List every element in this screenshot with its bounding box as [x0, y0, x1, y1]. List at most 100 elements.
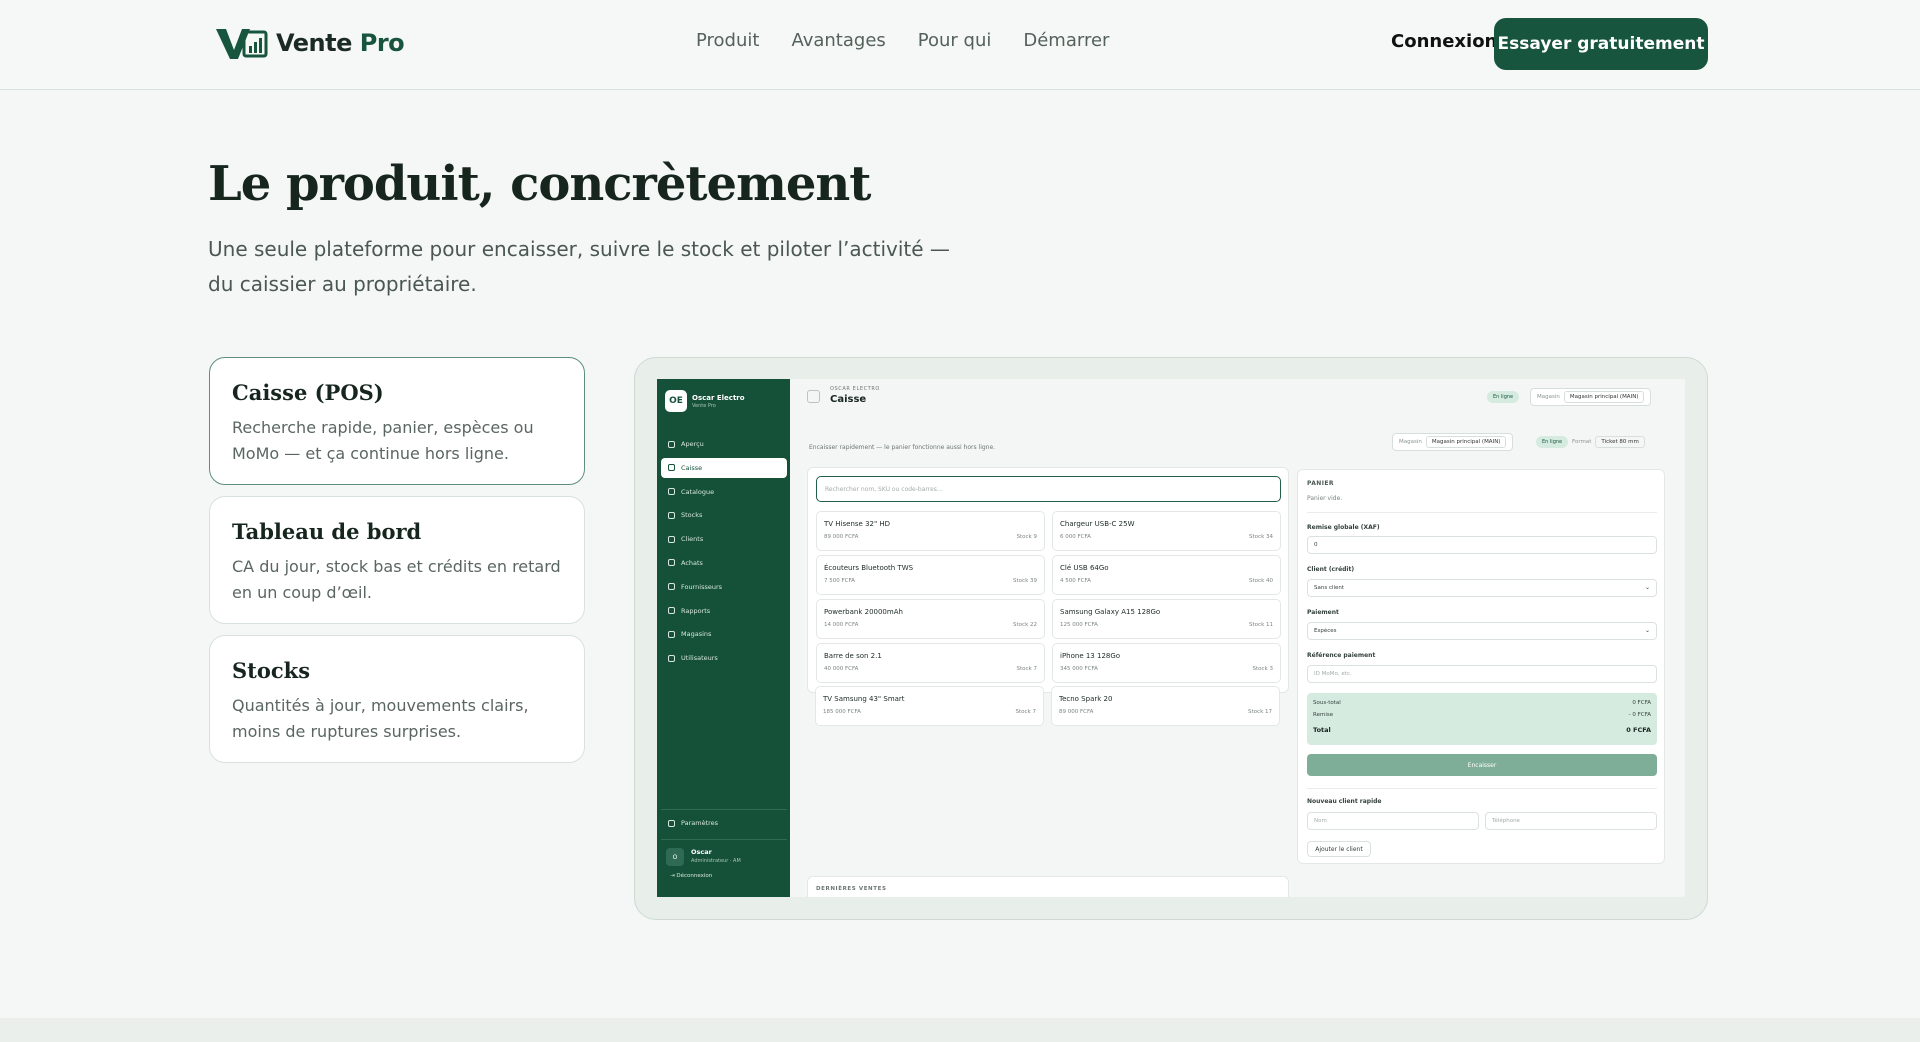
- payment-select[interactable]: Espèces ⌄: [1307, 622, 1657, 640]
- product-price: 7 500 FCFA: [824, 578, 855, 584]
- app-preview-screenshot: OE Oscar Electro Vente Pro Aperçu Caisse…: [657, 379, 1685, 897]
- nav-link-pour-qui[interactable]: Pour qui: [918, 30, 992, 51]
- logout-label: Déconnexion: [676, 873, 713, 879]
- brand-prefix: Vente: [276, 29, 352, 57]
- nav-link-avantages[interactable]: Avantages: [791, 30, 885, 51]
- feature-card-stocks[interactable]: Stocks Quantités à jour, mouvements clai…: [209, 635, 585, 763]
- sidebar-item-utilisateurs[interactable]: Utilisateurs: [661, 648, 787, 668]
- store-logo-icon: OE: [665, 390, 687, 412]
- brand-name: Vente Pro: [276, 29, 405, 57]
- sidebar-item-catalogue[interactable]: Catalogue: [661, 482, 787, 502]
- app-store-brand: OE Oscar Electro Vente Pro: [665, 390, 745, 412]
- client-phone-input[interactable]: Téléphone: [1485, 812, 1657, 830]
- payment-label: Paiement: [1307, 609, 1339, 616]
- app-sidebar: OE Oscar Electro Vente Pro Aperçu Caisse…: [657, 379, 790, 897]
- payment-reference-input[interactable]: ID MoMo, etc.: [1307, 665, 1657, 683]
- grid-icon: [668, 440, 675, 448]
- recent-sales-panel: DERNIÈRES VENTES: [807, 876, 1289, 897]
- product-name: Tecno Spark 20: [1059, 695, 1113, 703]
- feature-card-tableau-de-bord[interactable]: Tableau de bord CA du jour, stock bas et…: [209, 496, 585, 624]
- product-name: TV Hisense 32" HD: [824, 520, 891, 528]
- try-free-button[interactable]: Essayer gratuitement: [1494, 18, 1708, 70]
- total-value: 0 FCFA: [1626, 726, 1651, 734]
- product-price: 89 000 FCFA: [1059, 709, 1094, 715]
- sidebar-item-parametres[interactable]: Paramètres: [668, 819, 718, 827]
- brand-logo[interactable]: Vente Pro: [214, 26, 405, 60]
- sidebar-item-stocks[interactable]: Stocks: [661, 505, 787, 525]
- product-stock: Stock 40: [1249, 578, 1273, 584]
- cart-heading: PANIER: [1307, 480, 1334, 487]
- client-select[interactable]: Sans client ⌄: [1307, 579, 1657, 597]
- product-card[interactable]: iPhone 13 128Go 345 000 FCFA Stock 3: [1052, 643, 1281, 683]
- product-card[interactable]: Écouteurs Bluetooth TWS 7 500 FCFA Stock…: [816, 555, 1045, 595]
- product-card[interactable]: TV Hisense 32" HD 89 000 FCFA Stock 9: [816, 511, 1045, 551]
- feature-card-caisse[interactable]: Caisse (POS) Recherche rapide, panier, e…: [209, 357, 585, 485]
- online-badge: En ligne: [1487, 391, 1520, 403]
- cart-icon: [668, 464, 675, 472]
- sidebar-item-rapports[interactable]: Rapports: [661, 601, 787, 621]
- discount-input[interactable]: 0: [1307, 536, 1657, 554]
- product-name: Clé USB 64Go: [1060, 564, 1109, 572]
- product-card[interactable]: Clé USB 64Go 4 500 FCFA Stock 40: [1052, 555, 1281, 595]
- sidebar-item-magasins[interactable]: Magasins: [661, 624, 787, 644]
- login-link[interactable]: Connexion: [1391, 31, 1497, 52]
- product-price: 14 000 FCFA: [824, 622, 859, 628]
- sidebar-item-label: Caisse: [681, 463, 703, 472]
- feature-title: Tableau de bord: [232, 519, 422, 544]
- feature-title: Caisse (POS): [232, 380, 384, 405]
- product-search-input[interactable]: Rechercher nom, SKU ou code-barres…: [816, 476, 1281, 502]
- format-select[interactable]: Format Ticket 80 mm: [1566, 433, 1651, 451]
- checkout-button[interactable]: Encaisser: [1307, 754, 1657, 776]
- product-card[interactable]: Barre de son 2.1 40 000 FCFA Stock 7: [816, 643, 1045, 683]
- product-card[interactable]: TV Samsung 43" Smart 185 000 FCFA Stock …: [815, 686, 1044, 726]
- add-client-button[interactable]: Ajouter le client: [1307, 841, 1371, 857]
- sidebar-item-clients[interactable]: Clients: [661, 529, 787, 549]
- product-name: Barre de son 2.1: [824, 652, 882, 660]
- sidebar-toggle-icon[interactable]: [807, 390, 820, 403]
- store-select[interactable]: Magasin Magasin principal (MAIN): [1392, 433, 1514, 451]
- sidebar-item-label: Achats: [681, 558, 703, 567]
- discount-label: Remise globale (XAF): [1307, 524, 1380, 531]
- clipboard-icon: [668, 559, 675, 567]
- product-price: 125 000 FCFA: [1060, 622, 1098, 628]
- store-select-top[interactable]: Magasin Magasin principal (MAIN): [1530, 388, 1652, 406]
- sidebar-item-fournisseurs[interactable]: Fournisseurs: [661, 577, 787, 597]
- select-value: Sans client: [1314, 585, 1345, 591]
- product-card[interactable]: Chargeur USB-C 25W 6 000 FCFA Stock 34: [1052, 511, 1281, 551]
- select-value: Espèces: [1314, 628, 1337, 634]
- client-label: Client (crédit): [1307, 566, 1355, 573]
- product-name: Écouteurs Bluetooth TWS: [824, 564, 914, 572]
- quick-client-label: Nouveau client rapide: [1307, 798, 1382, 805]
- next-section-edge: [0, 1018, 1920, 1042]
- sidebar-item-label: Rapports: [681, 606, 711, 615]
- nav-link-produit[interactable]: Produit: [696, 30, 759, 51]
- sidebar-item-achats[interactable]: Achats: [661, 553, 787, 573]
- chevron-down-icon: ⌄: [1644, 584, 1650, 591]
- subtotal-row: Sous-total 0 FCFA: [1313, 700, 1651, 706]
- product-card[interactable]: Samsung Galaxy A15 128Go 125 000 FCFA St…: [1052, 599, 1281, 639]
- product-card[interactable]: Powerbank 20000mAh 14 000 FCFA Stock 22: [816, 599, 1045, 639]
- feature-description: CA du jour, stock bas et crédits en reta…: [232, 557, 561, 602]
- main-nav: Produit Avantages Pour qui Démarrer: [696, 30, 1109, 51]
- chevron-down-icon: ⌄: [1644, 627, 1650, 634]
- sidebar-item-caisse[interactable]: Caisse: [661, 457, 787, 478]
- discount-row: Remise - 0 FCFA: [1313, 712, 1651, 718]
- product-stock: Stock 22: [1013, 622, 1037, 628]
- product-stock: Stock 11: [1249, 622, 1273, 628]
- sidebar-item-label: Clients: [681, 535, 704, 544]
- payment-reference-label: Référence paiement: [1307, 652, 1376, 659]
- product-name: Chargeur USB-C 25W: [1060, 520, 1135, 528]
- subtotal-value: 0 FCFA: [1632, 700, 1651, 706]
- sidebar-item-label: Stocks: [681, 511, 703, 520]
- subtotal-label: Sous-total: [1313, 700, 1341, 706]
- sidebar-item-label: Magasins: [681, 630, 712, 639]
- store-name: Oscar Electro: [692, 393, 745, 402]
- select-label: Magasin: [1537, 394, 1560, 400]
- product-card[interactable]: Tecno Spark 20 89 000 FCFA Stock 17: [1051, 686, 1280, 726]
- logout-link[interactable]: ⇥ Déconnexion: [670, 873, 712, 879]
- product-name: iPhone 13 128Go: [1060, 652, 1121, 660]
- client-name-input[interactable]: Nom: [1307, 812, 1479, 830]
- nav-link-demarrer[interactable]: Démarrer: [1023, 30, 1109, 51]
- product-price: 4 500 FCFA: [1060, 578, 1091, 584]
- sidebar-item-apercu[interactable]: Aperçu: [661, 434, 787, 454]
